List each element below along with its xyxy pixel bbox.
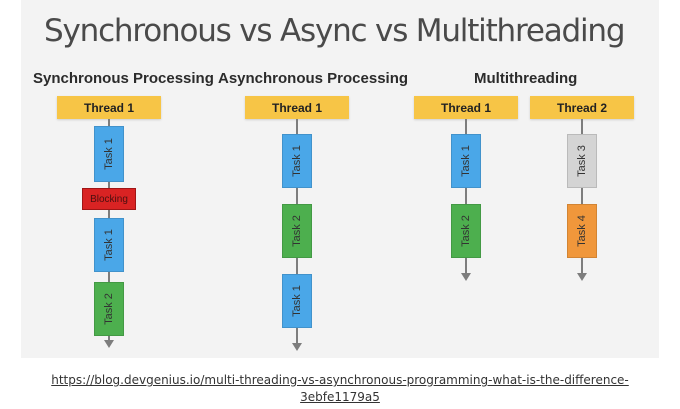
sync-thread-1: Thread 1 (57, 96, 161, 119)
async-task-1b: Task 1 (282, 274, 312, 328)
multi-thread-2: Thread 2 (530, 96, 634, 119)
multi-thread-1: Thread 1 (414, 96, 518, 119)
sync-blocking: Blocking (82, 188, 136, 210)
multi-heading: Multithreading (474, 70, 578, 87)
multi-thread-2-arrow-icon (577, 273, 587, 281)
source-link[interactable]: https://blog.devgenius.io/multi-threadin… (51, 373, 629, 404)
async-arrow-icon (292, 343, 302, 351)
sync-task-1a: Task 1 (94, 126, 124, 182)
multi-thread-1-arrow-icon (461, 273, 471, 281)
diagram-title: Synchronous vs Async vs Multithreading (44, 13, 626, 49)
source-caption: https://blog.devgenius.io/multi-threadin… (0, 372, 680, 406)
async-heading: Asynchronous Processing (218, 70, 409, 87)
multi-thread-2-task-4: Task 4 (567, 204, 597, 258)
multi-thread-2-task-3: Task 3 (567, 134, 597, 188)
sync-heading: Synchronous Processing (33, 70, 214, 87)
multi-thread-1-task-1: Task 1 (451, 134, 481, 188)
sync-task-2: Task 2 (94, 282, 124, 336)
sync-arrow-icon (104, 340, 114, 348)
sync-task-1b: Task 1 (94, 218, 124, 272)
multi-thread-1-task-2: Task 2 (451, 204, 481, 258)
async-thread-1: Thread 1 (245, 96, 349, 119)
async-task-2: Task 2 (282, 204, 312, 258)
async-task-1a: Task 1 (282, 134, 312, 188)
